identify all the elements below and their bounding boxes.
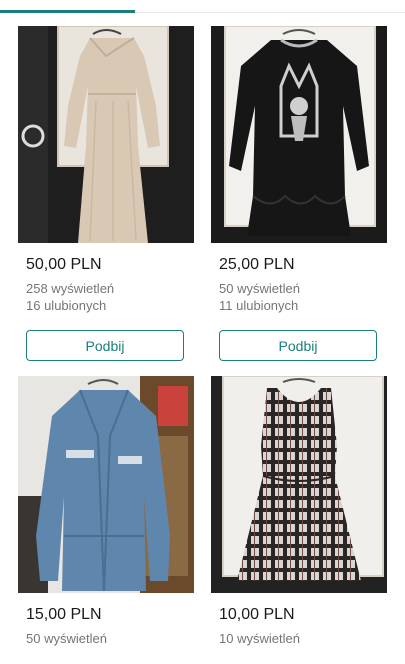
item-card[interactable]: 25,00 PLN 50 wyświetleń 11 ulubionych Po…	[211, 26, 387, 361]
item-views: 50 wyświetleń	[219, 281, 300, 296]
item-views: 50 wyświetleń	[26, 631, 107, 646]
tab-bar-divider	[135, 12, 405, 13]
item-photo-beige-long-dress[interactable]	[18, 26, 194, 243]
bump-button[interactable]: Podbij	[26, 330, 184, 361]
item-card[interactable]: 10,00 PLN 10 wyświetleń	[211, 376, 387, 664]
item-views: 10 wyświetleń	[219, 631, 300, 646]
item-photo-denim-jacket[interactable]	[18, 376, 194, 593]
tab-indicator	[0, 0, 405, 14]
item-price: 15,00 PLN	[26, 606, 102, 623]
active-tab-underline	[0, 10, 135, 13]
item-card[interactable]: 50,00 PLN 258 wyświetleń 16 ulubionych P…	[18, 26, 194, 361]
item-price: 10,00 PLN	[219, 606, 295, 623]
item-photo-black-sweatshirt-dress[interactable]	[211, 26, 387, 243]
bump-button[interactable]: Podbij	[219, 330, 377, 361]
item-price: 25,00 PLN	[219, 256, 295, 273]
item-card[interactable]: 15,00 PLN 50 wyświetleń	[18, 376, 194, 664]
item-favourites	[26, 647, 194, 664]
item-photo-plaid-pinafore-dress[interactable]	[211, 376, 387, 593]
item-views: 258 wyświetleń	[26, 281, 115, 296]
item-price: 50,00 PLN	[26, 256, 102, 273]
item-favourites	[219, 647, 387, 664]
item-favourites: 16 ulubionych	[26, 298, 107, 313]
item-favourites: 11 ulubionych	[219, 298, 299, 313]
